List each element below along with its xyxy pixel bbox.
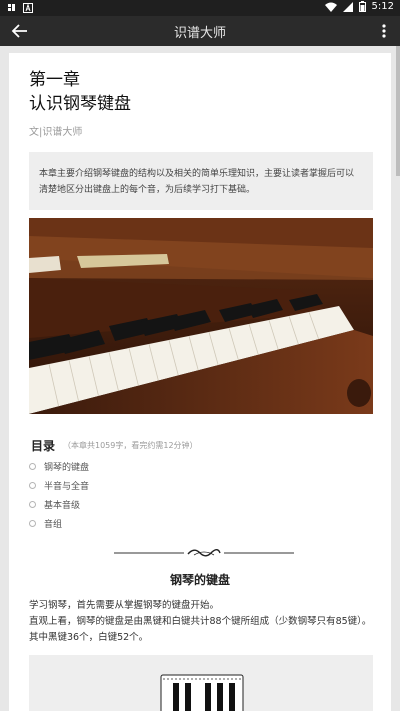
- chapter-label: 第一章: [29, 70, 80, 90]
- status-bar: 5:12: [0, 0, 400, 16]
- section-body: 学习钢琴，首先需要从掌握钢琴的键盘开始。 直观上看，钢琴的键盘是由黑键和白键共计…: [29, 598, 375, 646]
- toc-heading: 目录: [31, 439, 56, 453]
- body-paragraph: 学习钢琴，首先需要从掌握钢琴的键盘开始。: [29, 600, 220, 611]
- wifi-icon: [324, 2, 337, 12]
- chapter-title: 认识钢琴键盘: [29, 94, 131, 114]
- bullet-icon: [29, 482, 36, 489]
- article-page[interactable]: 第一章 认识钢琴键盘 文|识谱大师 本章主要介绍钢琴键盘的结构以及相关的简单乐理…: [9, 53, 391, 711]
- section-title: 钢琴的键盘: [169, 573, 230, 587]
- section-divider-ornament: [114, 545, 294, 561]
- keyboard-figure: [29, 655, 373, 711]
- summary-text: 本章主要介绍钢琴键盘的结构以及相关的简单乐理知识，主要让读者掌握后可以清楚地区分…: [39, 169, 355, 195]
- battery-icon: [358, 1, 366, 12]
- signal-icon: [342, 1, 353, 12]
- toc-item[interactable]: 半音与全音: [29, 476, 89, 495]
- toc-item[interactable]: 音组: [29, 514, 89, 533]
- bullet-icon: [29, 520, 36, 527]
- chapter-summary: 本章主要介绍钢琴键盘的结构以及相关的简单乐理知识，主要让读者掌握后可以清楚地区分…: [29, 152, 373, 210]
- app-bar: 识谱大师: [0, 16, 400, 46]
- toc-item[interactable]: 基本音级: [29, 495, 89, 514]
- more-options-icon[interactable]: [378, 21, 390, 41]
- bullet-icon: [29, 463, 36, 470]
- bullet-icon: [29, 501, 36, 508]
- app-title: 识谱大师: [173, 26, 226, 41]
- piano-photo: [29, 218, 373, 414]
- toc-meta: （本章共1059字，看完约需12分钟）: [63, 441, 198, 450]
- toc-list: 钢琴的键盘 半音与全音 基本音级 音组: [29, 457, 89, 533]
- body-paragraph: 直观上看，钢琴的键盘是由黑键和白键共计88个键所组成（少数钢琴只有85键）。其中…: [29, 616, 372, 643]
- status-time: 5:12: [371, 1, 394, 12]
- scrollbar[interactable]: [396, 46, 400, 176]
- app-notification-icon: [6, 2, 17, 13]
- author-byline: 文|识谱大师: [29, 127, 83, 138]
- toc-item[interactable]: 钢琴的键盘: [29, 457, 89, 476]
- a-letter-icon: [23, 2, 33, 13]
